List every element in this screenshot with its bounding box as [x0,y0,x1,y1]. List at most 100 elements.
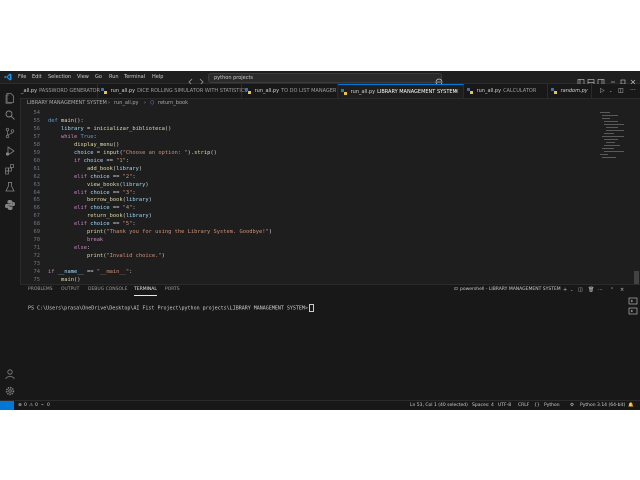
code-line[interactable]: while True: [48,134,97,140]
maximize-panel-icon[interactable]: ⌃ [610,285,614,295]
python-env-icon[interactable]: ⚙ [570,401,574,410]
code-line[interactable]: if __name__ == "__main__": [48,269,132,275]
menu-run[interactable]: Run [106,71,122,83]
encoding[interactable]: UTF-8 [498,401,511,410]
python-interpreter[interactable]: Python 3.14 (64-bit) [580,401,625,410]
code-line[interactable]: print("Thank you for using the Library S… [48,229,272,235]
line-ending[interactable]: CRLF [518,401,529,410]
errors-count[interactable]: 0 [24,401,27,410]
code-line[interactable]: add_book(library) [48,166,142,172]
code-line[interactable]: view_books(library) [48,182,149,188]
menu-terminal[interactable]: Terminal [121,71,148,83]
panel-tab-problems[interactable]: PROBLEMS [28,285,53,295]
indentation[interactable]: Spaces: 4 [472,401,494,410]
tab-dice-rolling-simulator[interactable]: run_all.py DICE ROLLING SIMULATOR WITH ST… [98,84,248,98]
menu-file[interactable]: File [15,71,29,83]
code-line[interactable]: borrow_book(library) [48,197,152,203]
panel-more-icon[interactable]: ··· [598,285,603,295]
extensions-icon[interactable] [4,160,16,175]
tab-to-do-list-manager[interactable]: run_all.py TO DO LIST MANAGER [242,84,338,98]
more-actions-icon[interactable]: ··· [630,85,636,97]
menu-view[interactable]: View [74,71,92,83]
customize-layout-icon[interactable] [596,72,606,85]
forward-arrow-icon[interactable] [196,72,206,86]
terminal-dropdown-icon[interactable]: ⌄ [570,285,573,295]
code-line[interactable]: def main(): [48,118,84,124]
warnings-icon[interactable]: ⚠ [29,401,33,410]
code-line[interactable]: elif choice == "3": [48,190,136,196]
run-debug-icon[interactable] [4,142,16,156]
ports-icon[interactable]: ⌁ [41,401,44,410]
copilot-icon[interactable] [434,72,444,86]
tab-password-generator[interactable]: _all.py PASSWORD GENERATOR [18,84,100,98]
terminal-name[interactable]: powershell - LIBRARY MANAGEMENT SYSTEM [460,285,561,295]
command-center-search[interactable]: python projects [208,73,442,83]
run-python-file-icon[interactable]: ▷ [600,85,605,97]
powershell-instance-icon[interactable] [628,297,638,305]
breadcrumb-file[interactable]: run_all.py [114,99,138,108]
panel-tab-debug-console[interactable]: DEBUG CONSOLE [88,285,127,295]
settings-icon[interactable] [4,382,16,396]
code-line[interactable]: library = inicializar_biblioteca() [48,126,171,132]
code-line[interactable]: return_book(library) [48,213,152,219]
language-mode[interactable]: Python [544,401,560,410]
kill-terminal-icon[interactable]: 🗑 [588,285,594,295]
close-window-icon[interactable] [628,72,638,85]
code-line[interactable]: if choice == "1": [48,158,129,164]
restore-icon[interactable] [618,72,628,85]
code-line[interactable]: elif choice == "4": [48,205,136,211]
menu-selection[interactable]: Selection [45,71,74,83]
split-editor-icon[interactable]: ◫ [618,85,624,97]
code-line[interactable]: elif choice == "5": [48,221,136,227]
line-number: 57 [33,133,41,140]
code-line[interactable]: break [48,237,103,243]
tab-calculator[interactable]: run_all.py CALCULATOR [464,84,548,98]
breadcrumb-symbol[interactable]: return_book [158,99,188,108]
explorer-icon[interactable] [4,89,16,104]
panel-tab-ports[interactable]: PORTS [165,285,180,295]
ports-count[interactable]: 0 [47,401,50,410]
menu-edit[interactable]: Edit [29,71,45,83]
tab-random-py[interactable]: random.py [548,84,592,98]
powershell-instance-icon[interactable] [628,307,638,315]
back-arrow-icon[interactable] [186,72,196,86]
line-number: 56 [33,125,41,132]
language-braces-icon[interactable]: {} [534,401,540,410]
panel-tab-terminal[interactable]: TERMINAL [134,285,157,296]
run-dropdown-icon[interactable]: ⌄ [609,85,612,97]
warnings-count[interactable]: 0 [35,401,38,410]
breadcrumb-folder[interactable]: LIBRARY MANAGEMENT SYSTEM [27,99,107,108]
cursor-position[interactable]: Ln 53, Col 1 (40 selected) [410,401,468,410]
line-number: 54 [33,110,41,116]
testing-icon[interactable] [4,178,16,192]
code-line[interactable]: display_menu() [48,142,119,148]
split-terminal-icon[interactable]: ◫ [578,285,583,295]
new-terminal-icon[interactable]: + [563,285,567,295]
code-line[interactable]: elif choice == "2": [48,174,136,180]
python-icon[interactable] [4,196,16,210]
code-line[interactable]: else: [48,245,90,251]
source-control-icon[interactable] [4,124,16,139]
close-tab-icon[interactable]: × [454,85,459,99]
python-file-icon [467,87,473,94]
code-line[interactable]: print("Invalid choice.") [48,253,165,259]
errors-icon[interactable]: ⊗ [18,401,22,410]
remote-indicator-icon[interactable] [0,401,14,410]
menu-help[interactable]: Help [149,71,166,83]
notifications-icon[interactable]: 🔔 [628,401,634,410]
tab-library-management-system[interactable]: run_all.py LIBRARY MANAGEMENT SYSTEM × [338,84,464,98]
minimize-icon[interactable] [608,72,618,83]
close-panel-icon[interactable]: × [620,285,624,295]
line-number: 70 [33,237,41,244]
line-number: 61 [33,165,41,172]
search-icon[interactable] [4,106,16,120]
menu-go[interactable]: Go [92,71,105,83]
code-line[interactable]: choice = input("Choose an option: ").str… [48,150,217,156]
account-icon[interactable] [4,365,16,380]
toggle-panel-icon[interactable] [586,72,596,85]
terminal-output[interactable]: PS C:\Users\prasa\OneDrive\Desktop\AI Fi… [28,304,314,312]
toggle-sidebar-icon[interactable] [576,72,586,85]
terminal-prompt: PS C:\Users\prasa\OneDrive\Desktop\AI Fi… [28,305,308,312]
panel-tab-output[interactable]: OUTPUT [61,285,79,295]
code-line[interactable]: main() [48,277,80,283]
